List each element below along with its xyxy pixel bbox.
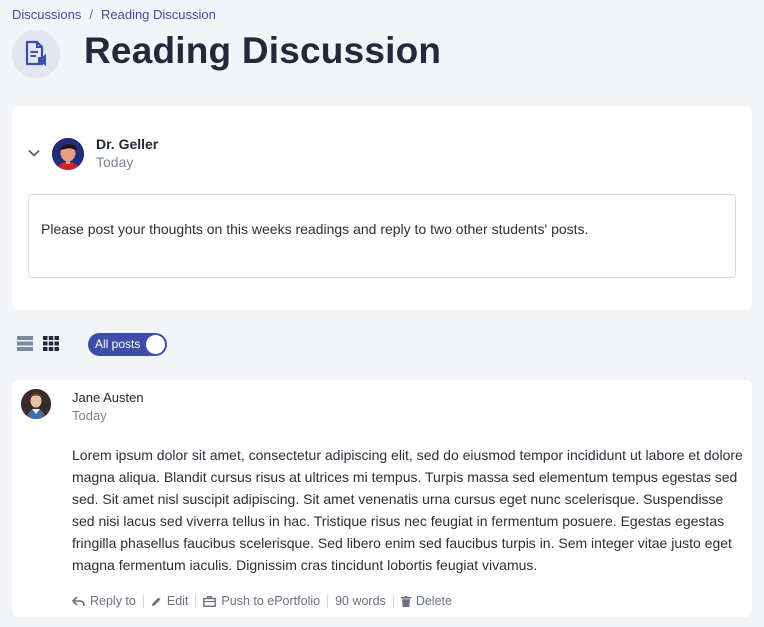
delete-button[interactable]: Delete [400,594,452,608]
breadcrumb-current-link[interactable]: Reading Discussion [101,7,216,22]
edit-label: Edit [166,594,189,608]
edit-button[interactable]: Edit [151,594,189,608]
reply-icon [72,595,85,606]
topic-prompt: Please post your thoughts on this weeks … [28,194,736,278]
toggle-knob [146,335,165,354]
page-title: Reading Discussion [84,30,442,71]
breadcrumb-separator: / [89,7,93,22]
post-author-name: Jane Austen [72,390,144,405]
breadcrumb-discussions-link[interactable]: Discussions [12,7,81,22]
portfolio-icon [203,595,217,607]
collapse-chevron-icon[interactable] [28,146,40,158]
post-actions: Reply to Edit Push to ePortfolio 90 word… [72,594,452,608]
divider [142,594,144,608]
avatar [52,138,84,170]
reply-label: Reply to [90,594,136,608]
reply-button[interactable]: Reply to [72,594,136,608]
post-body: Lorem ipsum dolor sit amet, consectetur … [72,447,743,573]
topic-card: Dr. Geller Today Please post your though… [12,106,752,310]
topic-author-name: Dr. Geller [96,136,159,152]
all-posts-toggle-label: All posts [95,337,141,351]
list-view-icon[interactable] [17,336,33,356]
post-card: Jane Austen Today Lorem ipsum dolor sit … [12,380,752,617]
topic-date: Today [96,154,134,170]
document-audio-icon [12,30,60,78]
avatar [21,389,51,419]
delete-label: Delete [415,594,452,608]
push-to-eportfolio-label: Push to ePortfolio [221,594,321,608]
word-count-label: 90 words [335,594,386,608]
divider [195,594,197,608]
all-posts-toggle[interactable]: All posts [88,333,167,356]
divider [392,594,394,608]
pencil-icon [151,597,161,606]
post-date: Today [72,408,107,423]
push-to-eportfolio-button[interactable]: Push to ePortfolio [203,594,320,608]
trash-icon [400,595,411,607]
word-count: 90 words [335,594,386,608]
grid-view-icon[interactable] [43,336,59,356]
divider [327,594,329,608]
breadcrumb: Discussions / Reading Discussion [12,7,216,22]
